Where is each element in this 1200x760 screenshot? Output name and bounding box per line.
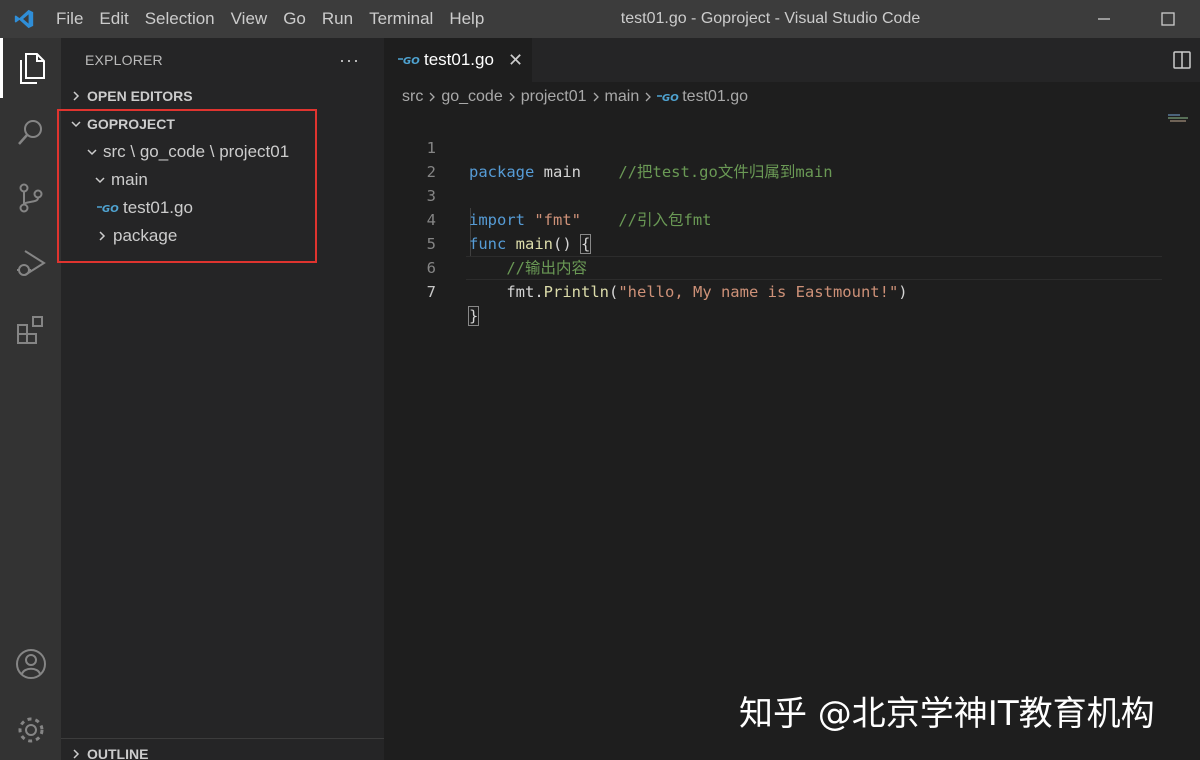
menu-edit[interactable]: Edit	[91, 0, 136, 38]
editor-area: GO test01.go ✕ src go_code project01 mai…	[384, 38, 1200, 760]
run-debug-icon[interactable]	[0, 234, 61, 294]
package-label: package	[113, 226, 178, 245]
tree-file-test01[interactable]: GO test01.go	[61, 194, 384, 222]
breadcrumb-src[interactable]: src	[402, 88, 423, 106]
chevron-down-icon	[91, 171, 109, 189]
chevron-right-icon	[507, 91, 517, 103]
explorer-icon[interactable]	[0, 38, 61, 98]
outline-label: OUTLINE	[87, 745, 149, 760]
file-label: test01.go	[123, 198, 193, 217]
chevron-right-icon	[591, 91, 601, 103]
minimize-icon	[1098, 18, 1110, 20]
code-string: "hello, My name is Eastmount!"	[618, 283, 899, 301]
vscode-logo-icon	[0, 0, 48, 38]
tab-label: test01.go	[424, 50, 494, 69]
split-editor-icon[interactable]	[1172, 50, 1192, 75]
code-line-5: 5 //输出内容	[384, 208, 1164, 277]
tree-folder-project01[interactable]: src \ go_code \ project01	[61, 138, 384, 166]
breadcrumb-project01[interactable]: project01	[521, 88, 587, 106]
minimize-button[interactable]	[1072, 0, 1136, 38]
chevron-right-icon	[67, 87, 85, 105]
folder-label: src \ go_code \ project01	[103, 142, 290, 161]
chevron-right-icon	[93, 227, 111, 245]
menu-view[interactable]: View	[223, 0, 276, 38]
explorer-header: EXPLORER ···	[61, 38, 384, 82]
svg-text:GO: GO	[403, 56, 420, 66]
goproject-section[interactable]: GOPROJECT	[61, 110, 384, 138]
code-token: (	[608, 283, 619, 301]
breadcrumb-file[interactable]: test01.go	[682, 88, 748, 106]
code-line-6: 6 fmt.Println("hello, My name is Eastmou…	[384, 232, 1164, 301]
menu-go[interactable]: Go	[275, 0, 314, 38]
tab-bar: GO test01.go ✕	[384, 38, 1200, 82]
main-label: main	[111, 170, 148, 189]
code-token: )	[898, 283, 908, 301]
line-number: 7	[426, 283, 436, 301]
go-file-icon: GO	[657, 91, 679, 103]
go-file-icon: GO	[398, 54, 420, 66]
code-line-1: 1 package main //把test.go文件归属到main	[384, 112, 1164, 181]
code-token: Println	[543, 283, 609, 301]
title-bar: File Edit Selection View Go Run Terminal…	[0, 0, 1200, 38]
matched-brace: }	[467, 306, 480, 326]
tree-folder-main[interactable]: main	[61, 166, 384, 194]
breadcrumb-go-code[interactable]: go_code	[441, 88, 502, 106]
menu-bar: File Edit Selection View Go Run Terminal…	[48, 0, 492, 38]
menu-run[interactable]: Run	[314, 0, 361, 38]
search-icon[interactable]	[0, 102, 61, 162]
maximize-button[interactable]	[1136, 0, 1200, 38]
explorer-title: EXPLORER	[85, 52, 163, 68]
tab-test01-go[interactable]: GO test01.go ✕	[384, 38, 532, 82]
outline-section[interactable]: OUTLINE	[61, 738, 384, 760]
chevron-right-icon	[643, 91, 653, 103]
go-file-icon: GO	[97, 202, 119, 214]
code-token: fmt.	[469, 283, 544, 301]
menu-help[interactable]: Help	[441, 0, 492, 38]
more-actions-button[interactable]: ···	[339, 50, 360, 71]
chevron-right-icon	[67, 745, 85, 760]
svg-text:GO: GO	[102, 204, 119, 214]
chevron-down-icon	[83, 143, 101, 161]
menu-selection[interactable]: Selection	[137, 0, 223, 38]
goproject-label: GOPROJECT	[87, 116, 175, 132]
close-icon[interactable]: ✕	[508, 50, 523, 71]
code-line-7: 7 }	[384, 256, 1164, 326]
settings-gear-icon[interactable]	[0, 700, 61, 760]
account-icon[interactable]	[0, 634, 61, 694]
explorer-sidebar: EXPLORER ··· OPEN EDITORS GOPROJECT src …	[61, 38, 384, 760]
breadcrumb: src go_code project01 main GO test01.go	[384, 82, 1200, 112]
open-editors-section[interactable]: OPEN EDITORS	[61, 82, 384, 110]
extensions-icon[interactable]	[0, 300, 61, 360]
minimap[interactable]	[1168, 110, 1190, 128]
chevron-right-icon	[427, 91, 437, 103]
svg-text:GO: GO	[662, 93, 679, 103]
window-controls	[1072, 0, 1200, 38]
code-line-3: 3 import "fmt" //引入包fmt	[384, 160, 1164, 229]
tree-folder-package[interactable]: package	[61, 222, 384, 250]
source-control-icon[interactable]	[0, 168, 61, 228]
code-line-2: 2	[384, 136, 1164, 181]
watermark-text: 知乎 @北京学神IT教育机构	[739, 694, 1155, 734]
open-editors-label: OPEN EDITORS	[87, 88, 193, 104]
chevron-down-icon	[67, 115, 85, 133]
activity-bar	[0, 38, 61, 760]
breadcrumb-main[interactable]: main	[605, 88, 640, 106]
menu-file[interactable]: File	[48, 0, 91, 38]
menu-terminal[interactable]: Terminal	[361, 0, 441, 38]
code-line-4: 4 func main() {	[384, 184, 1164, 254]
maximize-icon	[1161, 12, 1175, 26]
